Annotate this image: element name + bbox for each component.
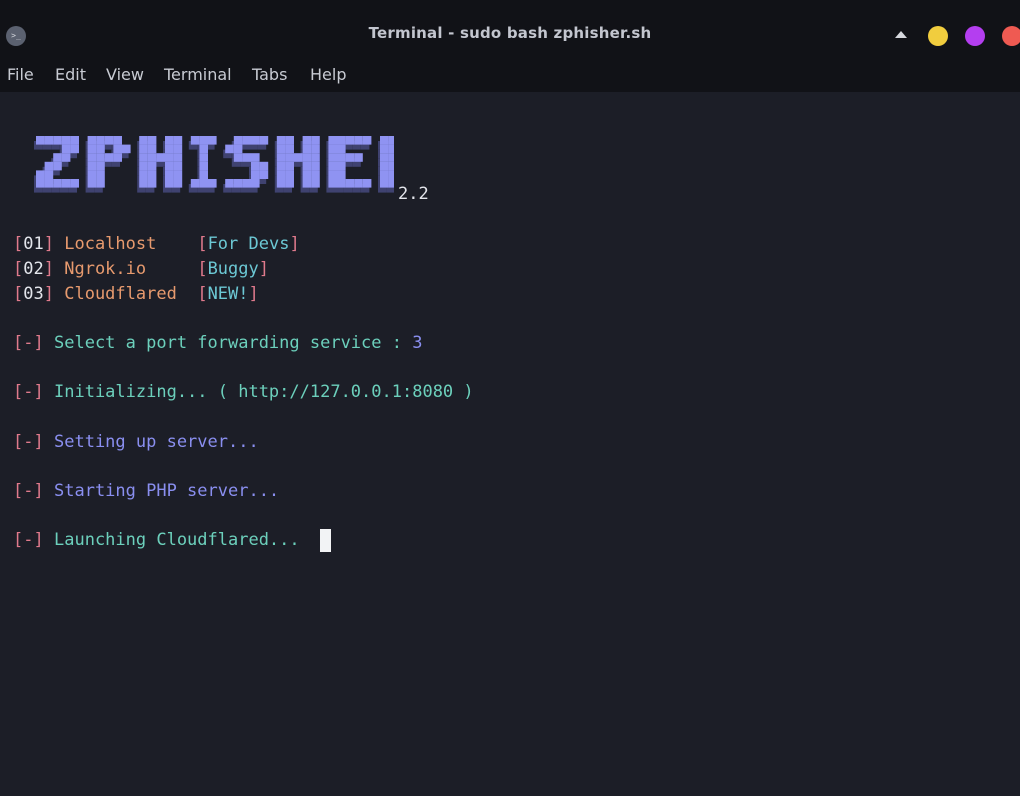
terminal-window: >_ Terminal - sudo bash zphisher.sh File… bbox=[0, 0, 1020, 796]
status-setting-up-server: [-] Setting up server... bbox=[13, 432, 259, 452]
close-button[interactable] bbox=[1002, 26, 1020, 46]
option-ngrok: [02] Ngrok.io [Buggy] bbox=[13, 259, 269, 279]
collapse-arrow-icon[interactable] bbox=[895, 31, 907, 38]
status-launching-cloudflared: [-] Launching Cloudflared... bbox=[13, 530, 300, 550]
minimize-button[interactable] bbox=[928, 26, 948, 46]
text-cursor bbox=[320, 529, 331, 552]
menu-terminal[interactable]: Terminal bbox=[164, 65, 232, 84]
status-initializing: [-] Initializing... ( http://127.0.0.1:8… bbox=[13, 382, 474, 402]
option-cloudflared: [03] Cloudflared [NEW!] bbox=[13, 284, 259, 304]
maximize-button[interactable] bbox=[965, 26, 985, 46]
logo-text-zphisher bbox=[34, 136, 394, 193]
terminal-output[interactable]: 2.2 [01] Localhost [For Devs] [02] Ngrok… bbox=[0, 92, 1020, 796]
status-starting-php: [-] Starting PHP server... bbox=[13, 481, 280, 501]
menu-bar: File Edit View Terminal Tabs Help bbox=[0, 62, 1020, 92]
menu-view[interactable]: View bbox=[106, 65, 144, 84]
menu-tabs[interactable]: Tabs bbox=[252, 65, 287, 84]
menu-help[interactable]: Help bbox=[310, 65, 346, 84]
title-bar[interactable]: >_ Terminal - sudo bash zphisher.sh bbox=[0, 0, 1020, 62]
option-localhost: [01] Localhost [For Devs] bbox=[13, 234, 300, 254]
prompt-select-service: [-] Select a port forwarding service : 3 bbox=[13, 333, 423, 353]
version-label: 2.2 bbox=[398, 184, 429, 204]
menu-edit[interactable]: Edit bbox=[55, 65, 86, 84]
zphisher-logo bbox=[34, 136, 394, 193]
menu-file[interactable]: File bbox=[7, 65, 34, 84]
window-title: Terminal - sudo bash zphisher.sh bbox=[368, 24, 652, 42]
